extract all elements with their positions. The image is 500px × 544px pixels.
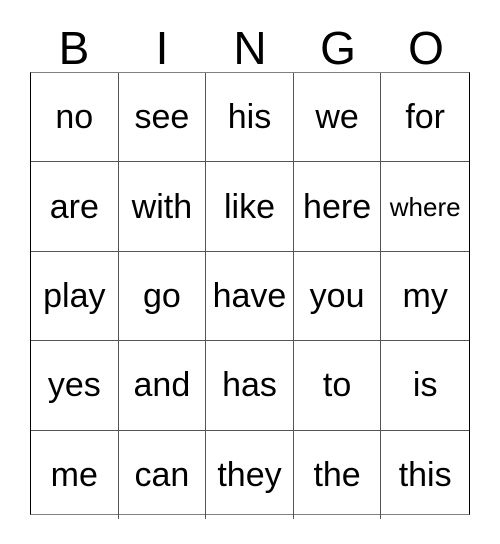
bingo-cell[interactable]: has	[206, 341, 294, 430]
bingo-header: B I N GO	[30, 18, 470, 72]
bingo-cell[interactable]: you	[294, 251, 382, 341]
bingo-cell[interactable]: my	[381, 252, 469, 340]
bingo-cell[interactable]: are	[31, 162, 119, 251]
bingo-header-letter-b: B	[58, 22, 90, 74]
bingo-cell[interactable]: with	[119, 162, 207, 251]
bingo-cell[interactable]: no	[31, 73, 119, 162]
bingo-cell[interactable]: his	[206, 73, 294, 162]
bingo-card: BINGO no see his we for are with like here where p…	[0, 0, 500, 544]
bingo-header-letter-i: I	[155, 22, 169, 74]
bingo-cell[interactable]: to	[294, 341, 382, 430]
bingo-cell[interactable]: this	[381, 431, 469, 519]
bingo-row: no see his we for	[31, 73, 469, 163]
bingo-grid: no see his we for are with like here where play go h…	[30, 72, 470, 519]
bingo-cell[interactable]: see	[119, 73, 207, 162]
bingo-row: yes and has to is	[31, 341, 469, 431]
bingo-cell[interactable]: have	[206, 251, 294, 341]
bingo-cell[interactable]: can	[119, 430, 207, 519]
bingo-header-letter-n: N	[233, 22, 267, 74]
bingo-cell[interactable]: go	[119, 251, 207, 341]
bingo-header-letter-o: O	[408, 22, 444, 74]
bingo-cell[interactable]: here	[294, 162, 382, 251]
bingo-cell[interactable]: like	[206, 162, 294, 251]
bingo-cell[interactable]: the	[294, 430, 382, 519]
bingo-cell[interactable]: where	[381, 162, 469, 250]
bingo-cell[interactable]: they	[206, 430, 294, 519]
bingo-header-letter-g: G	[320, 22, 356, 74]
bingo-row: play go have you my	[31, 251, 469, 342]
bingo-cell[interactable]: is	[381, 341, 469, 429]
bingo-cell[interactable]: me	[31, 430, 119, 519]
bingo-cell[interactable]: and	[119, 341, 207, 430]
bingo-row: me can they the this	[31, 430, 469, 519]
bingo-cell[interactable]: yes	[31, 341, 119, 430]
bingo-cell[interactable]: for	[381, 73, 469, 161]
bingo-cell[interactable]: we	[294, 73, 382, 162]
bingo-cell[interactable]: play	[31, 251, 119, 341]
bingo-row: are with like here where	[31, 162, 469, 252]
